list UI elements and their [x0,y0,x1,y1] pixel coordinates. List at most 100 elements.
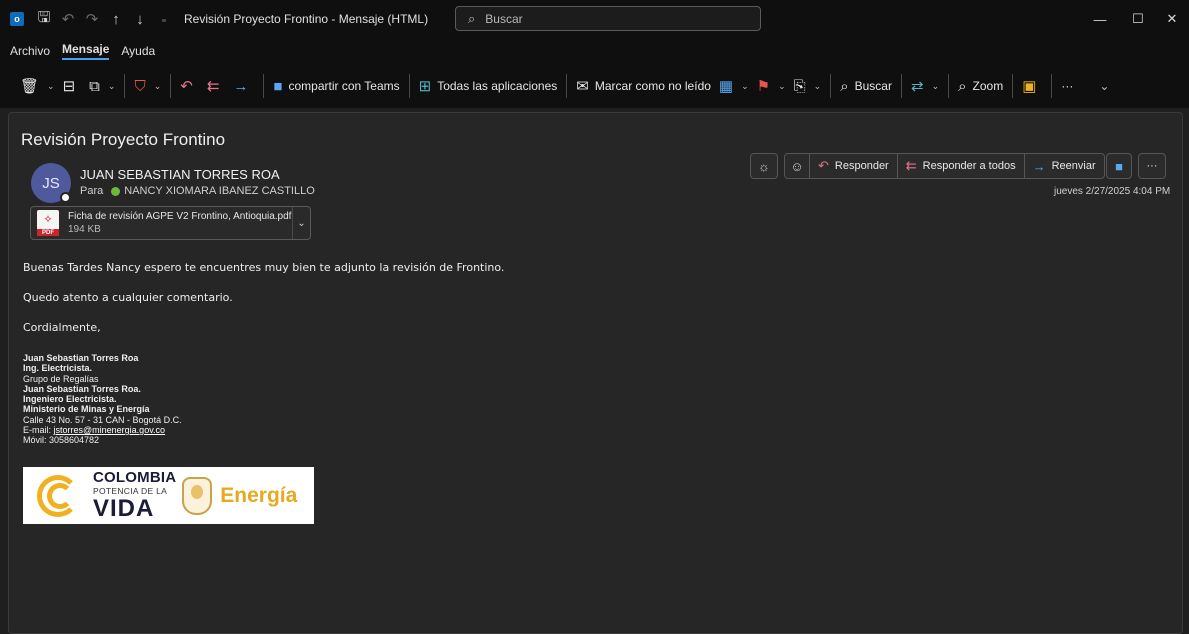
chevron-down-icon: ⌄ [741,80,749,91]
find-label: Buscar [854,79,892,93]
body-line-regards: Cordialmente, [23,321,101,334]
forward-icon: → [1032,158,1046,174]
search-input[interactable]: ⌕ Buscar [455,6,761,31]
categorize-icon: ▦ [718,78,734,95]
menu-mensaje[interactable]: Mensaje [62,42,110,60]
logo-line-1: COLOMBIA [93,468,177,486]
avatar-initials: JS [42,174,60,192]
search-icon: ⌕ [468,10,476,26]
archive-button[interactable]: ⊟ [59,71,86,101]
move-icon: ⧉ [89,77,100,95]
flag-icon: ⚑ [756,78,771,95]
signature-block: Juan Sebastian Torres Roa Ing. Electrici… [23,353,182,446]
divider [408,74,410,98]
immersive-reader-button[interactable]: ☼ [750,153,778,179]
sender-name[interactable]: JUAN SEBASTIAN TORRES ROA [80,167,280,182]
menu-ayuda[interactable]: Ayuda [121,44,155,58]
close-icon[interactable]: ✕ [1152,0,1189,38]
react-button[interactable]: ☺ [784,153,810,179]
reply-all-icon: ⇇ [905,158,917,173]
presence-available-icon [111,186,121,196]
recipient-line: Para NANCY XIOMARA IBANEZ CASTILLO [80,185,315,197]
share-teams-label: compartir con Teams [288,79,400,93]
attachment-info: Ficha de revisión AGPE V2 Frontino, Anti… [68,210,291,236]
share-teams-button[interactable]: ■ compartir con Teams [269,71,403,101]
reply-action-button[interactable]: ↶ Responder [810,153,898,179]
more-commands-button[interactable]: ··· [1057,71,1077,101]
message-actions-more: ··· [1138,153,1166,179]
rules-icon: ⎘ [793,77,806,95]
email-link[interactable]: jstorres@minenergia.gov.co [54,425,166,435]
signature-email-line: E-mail: jstorres@minenergia.gov.co [23,425,182,435]
minimize-icon[interactable]: — [1080,0,1120,38]
body-line-greeting: Buenas Tardes Nancy espero te encuentres… [23,261,505,274]
chevron-down-icon: ⌄ [931,80,940,91]
arrow-down-icon[interactable]: ↓ [128,7,152,31]
flag-button[interactable]: ⚑ ⌄ [753,71,790,101]
logo-line-2: POTENCIA DE LA [93,485,168,496]
email-label: E-mail: [23,425,54,436]
signature-mobile: Móvil: 3058604782 [23,435,100,446]
all-apps-label: Todas las aplicaciones [437,79,558,93]
customize-icon[interactable]: ₌ [152,7,176,31]
attachment-card[interactable]: ⟡ PDF Ficha de revisión AGPE V2 Frontino… [30,206,311,240]
more-actions-button[interactable]: ··· [1138,153,1166,179]
rules-button[interactable]: ⎘ ⌄ [790,71,826,101]
chevron-down-icon: ⌄ [813,80,822,91]
logo-line-3: VIDA [93,495,155,523]
signature-address: Calle 43 No. 57 - 31 CAN - Bogotá D.C. [23,414,182,425]
teams-chat-button[interactable]: ■ [1106,153,1132,179]
categorize-button[interactable]: ▦ ⌄ [715,71,753,101]
more-label: ··· [1061,79,1074,93]
archive-icon: ⊟ [62,78,76,95]
reply-button[interactable]: ↶ [176,71,203,101]
apps-grid-icon: ⊞ [418,78,432,95]
shield-icon: ⛉ [134,77,146,95]
signature-org: Ministerio de Minas y Energía [23,404,150,415]
find-button[interactable]: ⌕ Buscar [836,71,896,101]
move-button[interactable]: ⧉ ⌄ [85,71,119,101]
reply-label: Responder [834,160,889,172]
viva-insights-button[interactable]: ▣ [1018,71,1046,101]
message-actions-group: ☺ ↶ Responder ⇇ Responder a todos → Reenvia… [784,153,1105,179]
divider [1012,74,1014,98]
translate-button[interactable]: ⇄ ⌄ [907,71,943,101]
window-title: Revisión Proyecto Frontino - Mensaje (HT… [184,12,429,26]
redo-icon[interactable]: ↷ [80,7,104,31]
attachment-size: 194 KB [68,224,101,235]
report-button[interactable]: ⛉ ⌄ [130,71,165,101]
divider [1051,74,1053,98]
reply-all-icon: ⇇ [206,78,220,95]
attachment-menu-button[interactable]: ⌄ [292,207,310,239]
signature-name: Juan Sebastian Torres Roa [23,353,139,363]
smiley-icon: ☺ [790,158,804,174]
translate-icon: ⇄ [910,78,924,95]
signature-name-2: Juan Sebastian Torres Roa. [23,383,141,394]
divider [566,74,568,98]
zoom-button[interactable]: ⌕ Zoom [954,71,1007,101]
recipient-name[interactable]: NANCY XIOMARA IBANEZ CASTILLO [124,185,315,197]
more-actions-label: ··· [1146,160,1158,172]
to-label: Para [80,185,104,197]
reply-all-action-button[interactable]: ⇇ Responder a todos [897,153,1025,179]
all-apps-button[interactable]: ⊞ Todas las aplicaciones [415,71,562,101]
forward-action-button[interactable]: → Reenviar [1024,153,1105,179]
logo-wordmark: COLOMBIA POTENCIA DE LA VIDA [93,470,176,522]
mark-unread-button[interactable]: ✉ Marcar como no leído [572,71,715,101]
insights-icon: ▣ [1022,78,1037,95]
pdf-type-label: PDF [37,229,59,236]
menu-archivo[interactable]: Archivo [10,44,50,58]
signature-title-2: Ingeniero Electricista. [23,394,117,405]
mark-unread-label: Marcar como no leído [594,79,711,93]
ribbon-toolbar: 🗑 ⌄ ⊟ ⧉ ⌄ ⛉ ⌄ ↶ ⇇ → ■ compartir con Teams ⊞ T… [0,64,1189,108]
arrow-up-icon[interactable]: ↑ [104,7,128,31]
body-line-closing: Quedo atento a cualquier comentario. [23,291,233,304]
forward-button[interactable]: → [229,71,258,101]
save-icon[interactable]: 🖫 [32,7,56,31]
expand-ribbon-button[interactable]: ⌄ [1093,71,1113,101]
reply-all-button[interactable]: ⇇ [203,71,230,101]
teams-icon: ■ [273,77,283,95]
delete-button[interactable]: 🗑 ⌄ [16,71,59,101]
reply-icon: ↶ [180,78,193,95]
undo-icon[interactable]: ↶ [56,7,80,31]
